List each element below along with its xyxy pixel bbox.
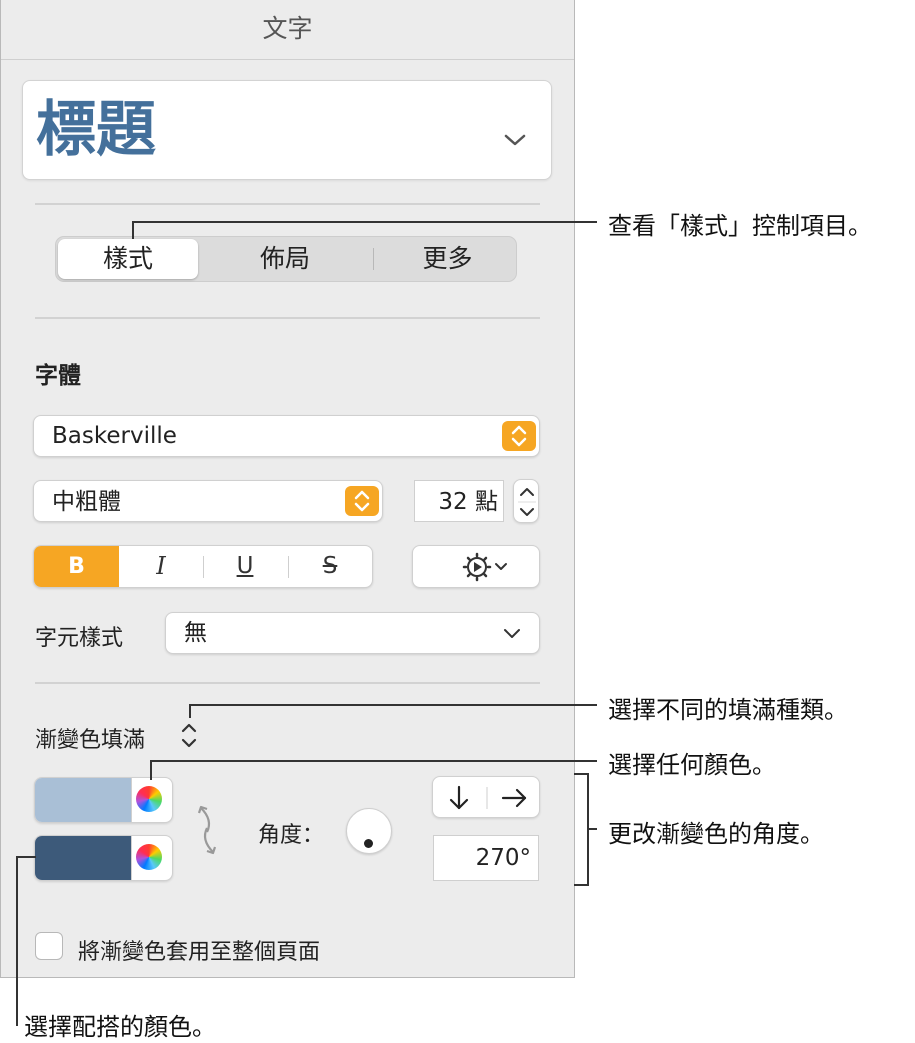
color-wheel-icon[interactable] bbox=[136, 844, 162, 870]
italic-button[interactable]: I bbox=[120, 546, 202, 587]
divider bbox=[35, 317, 540, 319]
callout-line bbox=[150, 760, 152, 780]
callout-line bbox=[16, 856, 36, 858]
bracket-line bbox=[574, 773, 588, 775]
bracket-line bbox=[574, 884, 588, 886]
callout-line bbox=[189, 704, 191, 718]
font-size-value: 32 點 bbox=[438, 489, 498, 515]
font-family-value: Baskerville bbox=[52, 423, 177, 449]
panel-title: 文字 bbox=[1, 0, 574, 60]
underline-button[interactable]: U bbox=[204, 546, 286, 587]
annotation-style-controls: 查看「樣式」控制項目。 bbox=[608, 212, 872, 240]
angle-value: 270° bbox=[475, 845, 531, 871]
callout-line bbox=[132, 221, 134, 239]
font-size-stepper[interactable] bbox=[513, 479, 539, 523]
callout-line bbox=[587, 828, 597, 830]
apply-page-checkbox[interactable] bbox=[35, 932, 63, 960]
angle-wheel[interactable] bbox=[346, 808, 392, 854]
divider bbox=[35, 203, 540, 205]
chevron-down-icon bbox=[504, 134, 526, 146]
annotation-matching-color: 選擇配搭的顏色。 bbox=[24, 1013, 216, 1041]
tab-style[interactable]: 樣式 bbox=[58, 239, 198, 279]
chevron-down-icon bbox=[504, 629, 520, 638]
callout-line bbox=[150, 760, 597, 762]
apply-page-label: 將漸變色套用至整個頁面 bbox=[78, 940, 321, 965]
callout-line bbox=[16, 856, 18, 1026]
callout-line bbox=[189, 704, 597, 706]
char-style-popup[interactable] bbox=[165, 612, 540, 654]
tab-separator bbox=[373, 248, 374, 270]
arrow-down-icon bbox=[449, 785, 469, 810]
strikethrough-button[interactable]: S bbox=[289, 546, 371, 587]
swap-colors-icon[interactable] bbox=[195, 802, 219, 858]
paragraph-style-name: 標題 bbox=[36, 95, 156, 165]
font-section-title: 字體 bbox=[35, 363, 81, 389]
bold-button[interactable]: B bbox=[34, 546, 119, 587]
up-down-chevron-icon[interactable] bbox=[178, 720, 200, 752]
up-down-arrows-icon bbox=[345, 486, 379, 516]
up-down-arrows-icon bbox=[502, 421, 536, 451]
callout-line bbox=[132, 221, 597, 223]
char-style-value: 無 bbox=[184, 620, 207, 646]
annotation-angle: 更改漸變色的角度。 bbox=[608, 820, 824, 848]
fill-type-label[interactable]: 漸變色填滿 bbox=[35, 722, 145, 754]
tab-layout[interactable]: 佈局 bbox=[210, 239, 360, 279]
divider bbox=[35, 682, 540, 684]
annotation-any-color: 選擇任何顏色。 bbox=[608, 751, 776, 779]
angle-indicator-dot bbox=[364, 839, 373, 848]
arrow-right-icon bbox=[501, 788, 527, 808]
angle-label: 角度： bbox=[258, 823, 325, 848]
annotation-fill-type: 選擇不同的填滿種類。 bbox=[608, 696, 848, 724]
gear-icon bbox=[462, 552, 507, 582]
angle-direction-buttons[interactable] bbox=[432, 776, 540, 818]
advanced-options-button[interactable] bbox=[412, 545, 540, 588]
tab-more[interactable]: 更多 bbox=[380, 239, 515, 279]
font-weight-value: 中粗體 bbox=[52, 489, 121, 515]
char-style-label: 字元樣式 bbox=[35, 626, 124, 651]
color-wheel-icon[interactable] bbox=[136, 786, 162, 812]
